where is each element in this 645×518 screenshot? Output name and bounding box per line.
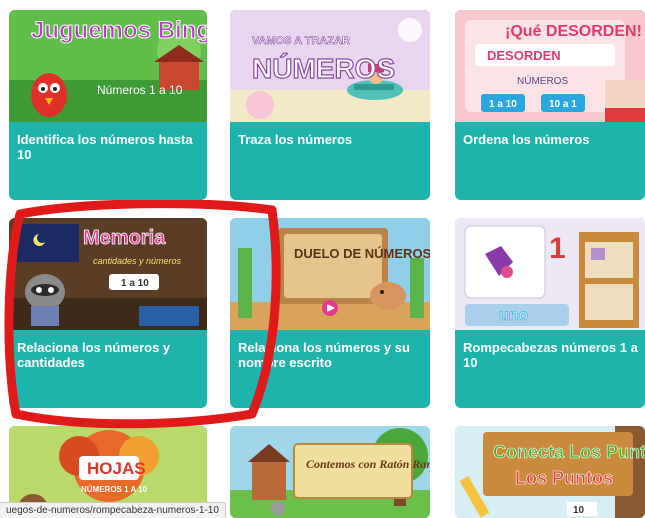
thumb-subtitle: Números 1 a 10: [97, 83, 183, 97]
game-card-desorden[interactable]: ¡Qué DESORDEN! DESORDEN NÚMEROS 1 a 10 1…: [455, 10, 645, 200]
card-thumbnail[interactable]: ¡Qué DESORDEN! DESORDEN NÚMEROS 1 a 10 1…: [455, 10, 645, 122]
thumb-subtitle: cantidades y números: [93, 256, 182, 266]
thumb-title: HOJAS: [87, 459, 146, 478]
card-title[interactable]: Traza los números: [238, 132, 424, 147]
game-card-memoria[interactable]: Memoria cantidades y números 1 a 10 Rela…: [9, 218, 207, 408]
svg-text:DESORDEN: DESORDEN: [487, 48, 561, 63]
thumb-title: VAMOS A TRAZAR: [252, 35, 350, 47]
thumb-subtitle: NÚMEROS: [517, 74, 568, 87]
card-title[interactable]: Relaciona los números y su nombre escrit…: [238, 340, 424, 370]
card-thumbnail[interactable]: Contemos con Ratón Ramón: [230, 426, 430, 518]
thumb-subtitle: NÚMEROS: [252, 53, 395, 84]
game-card-conecta-puntos[interactable]: Conecta Los Puntos Los Puntos 10: [455, 426, 645, 518]
card-thumbnail[interactable]: Juguemos Bingo Números 1 a 10: [9, 10, 207, 122]
game-card-duelo[interactable]: DUELO DE NÚMEROS Relaciona los números y…: [230, 218, 430, 408]
card-title[interactable]: Rompecabezas números 1 a 10: [463, 340, 639, 370]
thumb-title: DUELO DE NÚMEROS: [294, 246, 430, 261]
card-title[interactable]: Identifica los números hasta 10: [17, 132, 201, 162]
thumb-title: Conecta Los Puntos: [493, 442, 645, 462]
game-card-trazar[interactable]: VAMOS A TRAZAR NÚMEROS Traza los números: [230, 10, 430, 200]
thumb-badge: 1 a 10: [121, 278, 149, 289]
thumb-title: ¡Qué DESORDEN!: [505, 23, 642, 40]
card-thumbnail[interactable]: Conecta Los Puntos Los Puntos 10: [455, 426, 645, 518]
game-card-raton-ramon[interactable]: Contemos con Ratón Ramón: [230, 426, 430, 518]
card-thumbnail[interactable]: DUELO DE NÚMEROS: [230, 218, 430, 330]
thumb-title: Juguemos Bingo: [31, 17, 207, 44]
thumb-title: Contemos con Ratón Ramón: [306, 457, 430, 471]
card-title[interactable]: Ordena los números: [463, 132, 639, 147]
game-card-rompecabezas[interactable]: 1 uno Rompecabezas números 1 a 10: [455, 218, 645, 408]
card-thumbnail[interactable]: VAMOS A TRAZAR NÚMEROS: [230, 10, 430, 122]
thumb-button-2: 10 a 1: [549, 99, 577, 110]
thumb-subtitle: NÚMEROS 1 A 10: [81, 485, 148, 494]
thumb-number: 10: [573, 505, 585, 516]
game-card-bingo[interactable]: Juguemos Bingo Números 1 a 10 Identifica…: [9, 10, 207, 200]
thumb-number: 1: [549, 232, 566, 265]
card-thumbnail[interactable]: Memoria cantidades y números 1 a 10: [9, 218, 207, 330]
svg-text:Los Puntos: Los Puntos: [515, 468, 613, 488]
card-thumbnail[interactable]: 1 uno: [455, 218, 645, 330]
card-title[interactable]: Relaciona los números y cantidades: [17, 340, 201, 370]
thumb-title: Memoria: [83, 227, 166, 249]
status-bar-url: uegos-de-numeros/rompecabeza-numeros-1-1…: [0, 502, 226, 518]
thumb-button-1: 1 a 10: [489, 99, 517, 110]
